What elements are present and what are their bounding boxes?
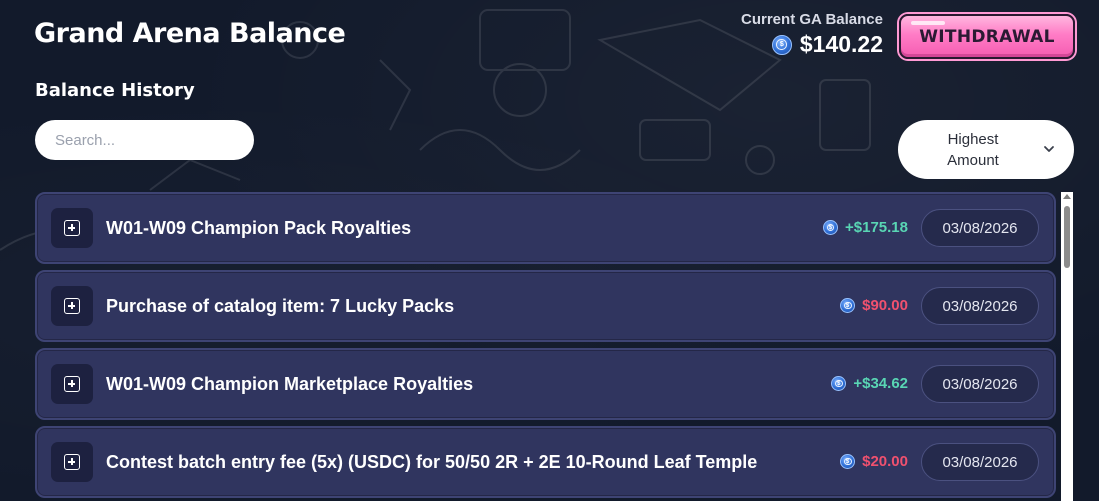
- transaction-date: 03/08/2026: [921, 365, 1039, 403]
- plus-square-icon: [64, 376, 80, 392]
- transaction-amount: $ $20.00: [840, 453, 908, 470]
- amount-value: $90.00: [862, 297, 908, 314]
- expand-row-button[interactable]: [51, 286, 93, 326]
- transaction-row: W01-W09 Champion Pack Royalties $ +$175.…: [35, 192, 1056, 264]
- transaction-date: 03/08/2026: [921, 209, 1039, 247]
- balance-history-heading: Balance History: [35, 80, 195, 101]
- usdc-coin-icon: $: [771, 34, 792, 55]
- sort-dropdown[interactable]: Highest Amount: [898, 120, 1074, 179]
- expand-row-button[interactable]: [51, 442, 93, 482]
- transaction-row: W01-W09 Champion Marketplace Royalties $…: [35, 348, 1056, 420]
- chevron-down-icon: [1044, 146, 1054, 152]
- search-input[interactable]: [35, 120, 254, 160]
- transaction-amount: $ +$175.18: [823, 219, 908, 236]
- amount-value: +$34.62: [853, 375, 908, 392]
- usdc-coin-icon: $: [840, 298, 856, 313]
- grand-arena-balance-page: Grand Arena Balance Current GA Balance $…: [0, 0, 1099, 501]
- expand-row-button[interactable]: [51, 208, 93, 248]
- transaction-description: W01-W09 Champion Marketplace Royalties: [106, 374, 474, 394]
- amount-value: $20.00: [862, 453, 908, 470]
- transaction-description: W01-W09 Champion Pack Royalties: [106, 218, 412, 238]
- transaction-description: Purchase of catalog item: 7 Lucky Packs: [106, 296, 455, 316]
- scrollbar-thumb[interactable]: [1064, 206, 1070, 268]
- transaction-date: 03/08/2026: [921, 443, 1039, 481]
- balance-display: $ $140.22: [771, 31, 883, 58]
- usdc-coin-icon: $: [840, 454, 856, 469]
- transaction-list: W01-W09 Champion Pack Royalties $ +$175.…: [35, 192, 1057, 501]
- scroll-up-arrow-icon[interactable]: [1063, 194, 1071, 199]
- plus-square-icon: [64, 298, 80, 314]
- page-title: Grand Arena Balance: [34, 18, 346, 49]
- withdrawal-button[interactable]: WITHDRAWAL: [899, 14, 1075, 59]
- list-scrollbar[interactable]: [1061, 192, 1073, 501]
- usdc-coin-icon: $: [823, 220, 839, 235]
- balance-amount: $140.22: [799, 31, 883, 57]
- usdc-coin-icon: $: [831, 376, 847, 391]
- amount-value: +$175.18: [845, 219, 908, 236]
- button-shine: [911, 21, 945, 25]
- transaction-date: 03/08/2026: [921, 287, 1039, 325]
- transaction-row: Purchase of catalog item: 7 Lucky Packs …: [35, 270, 1056, 342]
- sort-dropdown-label: Highest Amount: [947, 130, 999, 169]
- expand-row-button[interactable]: [51, 364, 93, 404]
- withdrawal-button-label: WITHDRAWAL: [919, 26, 1055, 47]
- transaction-amount: $ $90.00: [840, 297, 908, 314]
- plus-square-icon: [64, 454, 80, 470]
- balance-label: Current GA Balance: [741, 11, 883, 28]
- transaction-amount: $ +$34.62: [831, 375, 908, 392]
- transaction-row: Contest batch entry fee (5x) (USDC) for …: [35, 426, 1056, 498]
- transaction-description: Contest batch entry fee (5x) (USDC) for …: [106, 452, 758, 472]
- plus-square-icon: [64, 220, 80, 236]
